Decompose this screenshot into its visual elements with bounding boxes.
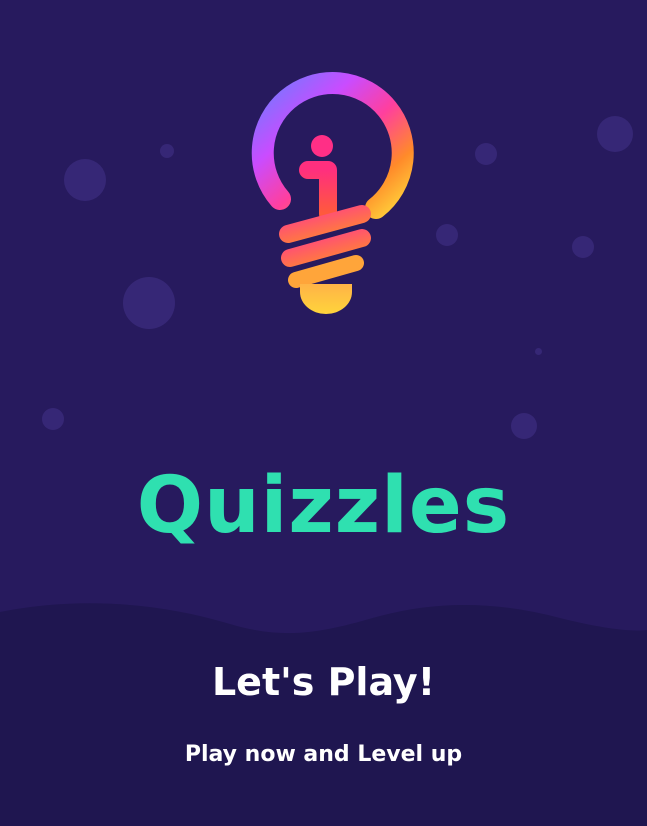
bubble-decoration (42, 408, 64, 430)
bubble-decoration (436, 224, 458, 246)
welcome-subtitle: Play now and Level up (184, 742, 463, 767)
app-title: Quizzles (136, 461, 511, 551)
bubble-decoration (597, 116, 633, 152)
bubble-decoration (64, 159, 106, 201)
wave-background (0, 603, 647, 826)
bubble-decoration (535, 348, 542, 355)
bubble-decoration (160, 144, 174, 158)
bubble-decoration (511, 413, 537, 439)
bubble-decoration (475, 143, 497, 165)
bubble-decoration (123, 277, 175, 329)
bubble-decoration (572, 236, 594, 258)
splash-screen: Quizzles Let's Play! Play now and Level … (0, 0, 647, 826)
welcome-headline: Let's Play! (211, 660, 436, 704)
lightbulb-i-icon (251, 71, 414, 314)
